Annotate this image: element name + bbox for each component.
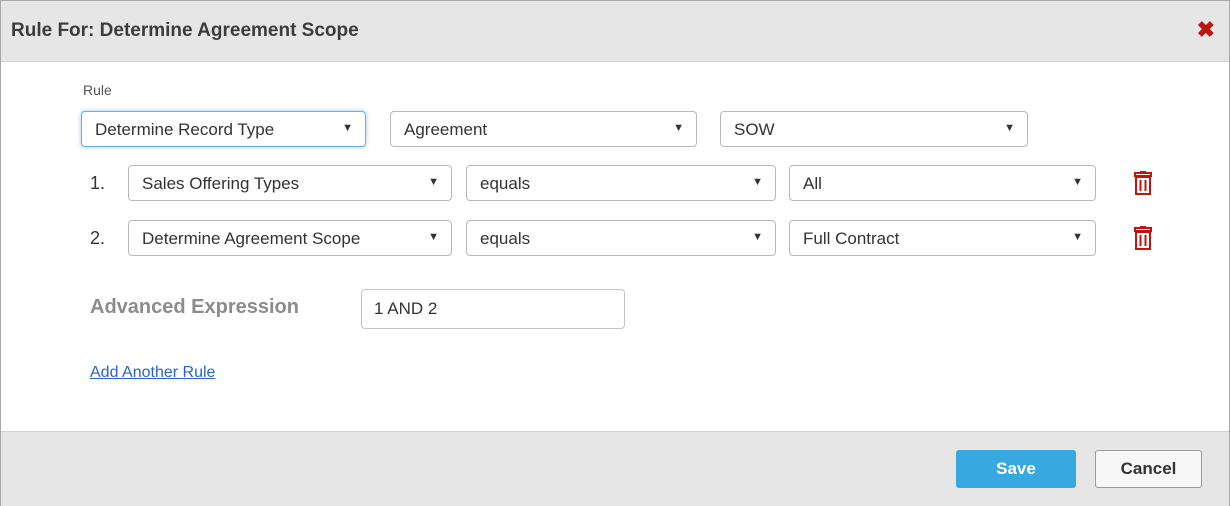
condition-field-value: Sales Offering Types — [142, 174, 300, 193]
condition-field-select[interactable]: Determine Agreement Scope ▼ — [128, 220, 452, 256]
condition-operator-select[interactable]: equals ▼ — [466, 165, 776, 201]
close-icon[interactable]: ✖ — [1197, 19, 1215, 41]
advanced-expression-input[interactable] — [361, 289, 625, 329]
advanced-expression-label: Advanced Expression — [90, 296, 299, 318]
condition-value-select[interactable]: All ▼ — [789, 165, 1096, 201]
dialog-header: Rule For: Determine Agreement Scope ✖ — [1, 1, 1229, 62]
caret-down-icon: ▼ — [342, 122, 353, 134]
condition-number: 2. — [90, 228, 106, 248]
record-type-select-value: Determine Record Type — [95, 120, 275, 139]
sow-select[interactable]: SOW ▼ — [720, 111, 1028, 147]
dialog-title: Rule For: Determine Agreement Scope — [11, 20, 359, 41]
caret-down-icon: ▼ — [752, 176, 763, 188]
condition-value-value: Full Contract — [803, 229, 900, 248]
caret-down-icon: ▼ — [673, 122, 684, 134]
sow-select-value: SOW — [734, 120, 775, 139]
condition-value-value: All — [803, 174, 822, 193]
condition-operator-value: equals — [480, 229, 531, 248]
dialog-footer: Save Cancel — [1, 431, 1229, 506]
condition-number: 1. — [90, 173, 106, 193]
agreement-select[interactable]: Agreement ▼ — [390, 111, 697, 147]
condition-operator-select[interactable]: equals ▼ — [466, 220, 776, 256]
condition-value-select[interactable]: Full Contract ▼ — [789, 220, 1096, 256]
condition-field-value: Determine Agreement Scope — [142, 229, 361, 248]
cancel-button[interactable]: Cancel — [1095, 450, 1202, 488]
trash-icon[interactable] — [1133, 171, 1153, 195]
rule-dialog: Rule For: Determine Agreement Scope ✖ Ru… — [0, 0, 1230, 506]
condition-operator-value: equals — [480, 174, 531, 193]
caret-down-icon: ▼ — [1004, 122, 1015, 134]
rule-label: Rule — [83, 82, 112, 98]
caret-down-icon: ▼ — [1072, 176, 1083, 188]
record-type-select[interactable]: Determine Record Type ▼ — [81, 111, 366, 147]
caret-down-icon: ▼ — [752, 231, 763, 243]
condition-field-select[interactable]: Sales Offering Types ▼ — [128, 165, 452, 201]
caret-down-icon: ▼ — [428, 231, 439, 243]
add-another-rule-link[interactable]: Add Another Rule — [90, 364, 215, 382]
trash-icon[interactable] — [1133, 226, 1153, 250]
caret-down-icon: ▼ — [428, 176, 439, 188]
agreement-select-value: Agreement — [404, 120, 488, 139]
caret-down-icon: ▼ — [1072, 231, 1083, 243]
save-button[interactable]: Save — [956, 450, 1076, 488]
